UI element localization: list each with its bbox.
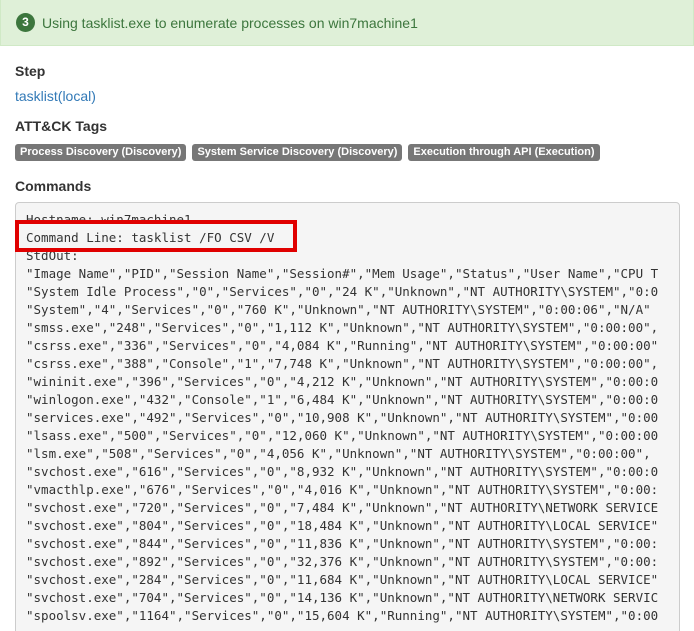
- command-output-panel[interactable]: Hostname: win7machine1 Command Line: task…: [15, 202, 680, 631]
- step-link[interactable]: tasklist(local): [15, 88, 96, 104]
- output-line: "Image Name","PID","Session Name","Sessi…: [26, 266, 659, 281]
- step-number-badge: 3: [16, 13, 35, 32]
- attack-tags-list: Process Discovery (Discovery) System Ser…: [15, 144, 600, 161]
- command-output-text: Hostname: win7machine1 Command Line: task…: [26, 211, 658, 625]
- attack-tags-label: ATT&CK Tags: [15, 118, 108, 134]
- output-line: "csrss.exe","388","Console","1","7,748 K…: [26, 356, 659, 371]
- output-line: "System","4","Services","0","760 K","Unk…: [26, 302, 651, 317]
- commands-label: Commands: [15, 178, 92, 194]
- output-line: "lsass.exe","500","Services","0","12,060…: [26, 428, 659, 443]
- tag-system-service-discovery[interactable]: System Service Discovery (Discovery): [192, 144, 403, 161]
- output-line: "lsm.exe","508","Services","0","4,056 K"…: [26, 446, 651, 461]
- output-line: "svchost.exe","704","Services","0","14,1…: [26, 590, 659, 605]
- output-line: "svchost.exe","892","Services","0","32,3…: [26, 554, 659, 569]
- output-line: "winlogon.exe","432","Console","1","6,48…: [26, 392, 659, 407]
- step-section-label: Step: [15, 63, 46, 79]
- step-title: Using tasklist.exe to enumerate processe…: [42, 14, 418, 31]
- command-line-highlight: [15, 220, 297, 252]
- step-header: 3 Using tasklist.exe to enumerate proces…: [0, 0, 694, 46]
- output-line: "svchost.exe","720","Services","0","7,48…: [26, 500, 659, 515]
- output-line: "System Idle Process","0","Services","0"…: [26, 284, 659, 299]
- output-line: "services.exe","492","Services","0","10,…: [26, 410, 659, 425]
- output-line: "svchost.exe","284","Services","0","11,6…: [26, 572, 659, 587]
- output-line: "svchost.exe","804","Services","0","18,4…: [26, 518, 659, 533]
- output-line: "vmacthlp.exe","676","Services","0","4,0…: [26, 482, 659, 497]
- output-line: "wininit.exe","396","Services","0","4,21…: [26, 374, 659, 389]
- output-line: "smss.exe","248","Services","0","1,112 K…: [26, 320, 659, 335]
- output-line: "svchost.exe","616","Services","0","8,93…: [26, 464, 659, 479]
- tag-process-discovery[interactable]: Process Discovery (Discovery): [15, 144, 187, 161]
- output-line: "svchost.exe","844","Services","0","11,8…: [26, 536, 659, 551]
- output-line: "spoolsv.exe","1164","Services","0","15,…: [26, 608, 659, 623]
- output-line: "csrss.exe","336","Services","0","4,084 …: [26, 338, 659, 353]
- tag-execution-through-api[interactable]: Execution through API (Execution): [408, 144, 600, 161]
